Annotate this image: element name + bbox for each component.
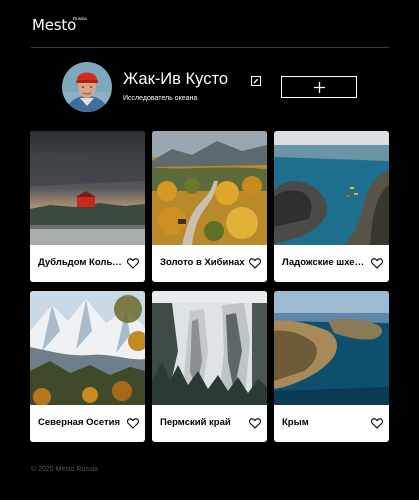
heart-icon: [370, 258, 384, 269]
card: Дубльдом Кольский: [30, 131, 145, 282]
add-card-button[interactable]: [281, 76, 357, 98]
card-title: Северная Осетия: [38, 417, 121, 428]
card-title: Ладожские шхеры: [282, 257, 368, 268]
card-title: Золото в Хибинах: [160, 257, 245, 268]
profile-about: Исследователь океана: [123, 95, 198, 102]
card: Северная Осетия: [30, 291, 145, 442]
like-button[interactable]: [126, 417, 140, 429]
heart-icon: [126, 258, 140, 269]
card-title: Крым: [282, 417, 309, 428]
card: Пермский край: [152, 291, 267, 442]
heart-icon: [248, 418, 262, 429]
avatar-photo-icon: [62, 62, 112, 112]
card-image[interactable]: [152, 131, 267, 245]
card-image[interactable]: [30, 291, 145, 405]
footer: © 2020 Mesto Russia: [31, 466, 98, 473]
card: Крым: [274, 291, 389, 442]
edit-profile-button[interactable]: [251, 76, 261, 86]
logo-subtitle: Russia: [73, 16, 87, 21]
card-image[interactable]: [152, 291, 267, 405]
cards-grid: Дубльдом Кольский Золото в Хибинах: [30, 131, 389, 442]
like-button[interactable]: [126, 257, 140, 269]
card-image[interactable]: [30, 131, 145, 245]
pencil-icon: [253, 78, 259, 84]
heart-icon: [126, 418, 140, 429]
card-title: Пермский край: [160, 417, 231, 428]
avatar[interactable]: [62, 62, 112, 112]
card-title: Дубльдом Кольский: [38, 257, 124, 268]
like-button[interactable]: [248, 417, 262, 429]
card: Ладожские шхеры: [274, 131, 389, 282]
profile-name: Жак-Ив Кусто: [123, 70, 228, 88]
card-image[interactable]: [274, 291, 389, 405]
heart-icon: [370, 418, 384, 429]
like-button[interactable]: [248, 257, 262, 269]
heart-icon: [248, 258, 262, 269]
like-button[interactable]: [370, 417, 384, 429]
logo: Mesto: [32, 16, 77, 34]
plus-icon: [314, 82, 325, 93]
like-button[interactable]: [370, 257, 384, 269]
card: Золото в Хибинах: [152, 131, 267, 282]
header: Mesto Russia: [31, 15, 389, 48]
copyright: © 2020 Mesto Russia: [31, 466, 99, 473]
profile: Жак-Ив Кусто Исследователь океана: [62, 62, 358, 112]
card-image[interactable]: [274, 131, 389, 245]
